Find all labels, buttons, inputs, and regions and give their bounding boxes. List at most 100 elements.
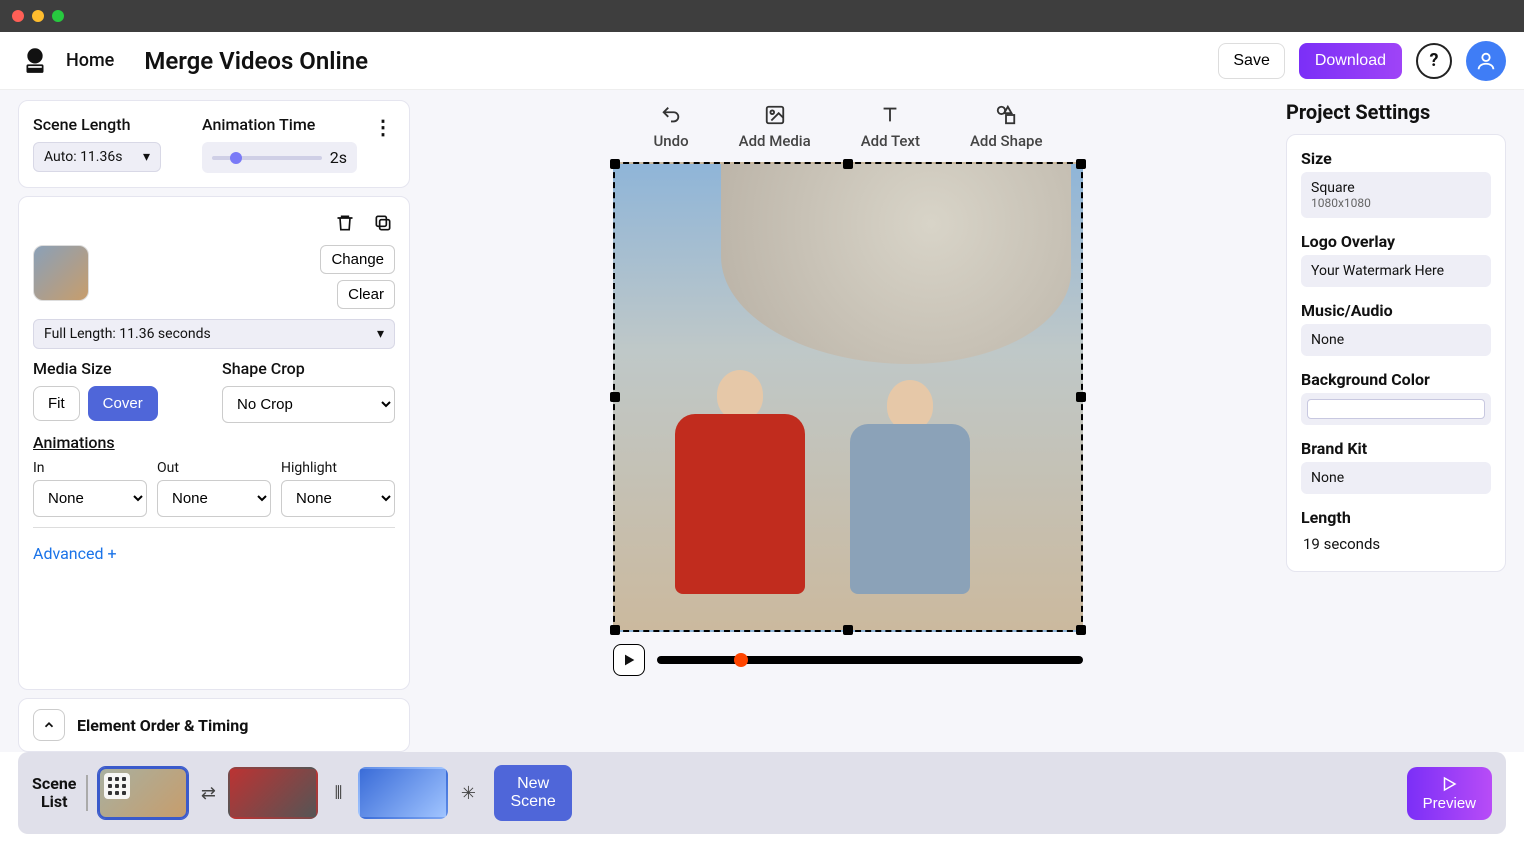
size-dims: 1080x1080: [1311, 196, 1481, 210]
resize-handle[interactable]: [610, 159, 620, 169]
playhead[interactable]: [734, 653, 748, 667]
resize-handle[interactable]: [610, 392, 620, 402]
scene-length-value: Auto: 11.36s: [44, 149, 122, 165]
scene-thumb-2[interactable]: [228, 767, 318, 819]
logo-overlay-setting[interactable]: Your Watermark Here: [1301, 255, 1491, 287]
fit-button[interactable]: Fit: [33, 386, 80, 421]
user-avatar[interactable]: [1466, 41, 1506, 81]
anim-in-select[interactable]: None: [33, 480, 147, 517]
advanced-link[interactable]: Advanced +: [33, 544, 395, 563]
duplicate-icon[interactable]: [371, 211, 395, 235]
media-thumbnail[interactable]: [33, 245, 89, 301]
add-text-button[interactable]: Add Text: [861, 104, 920, 150]
add-media-button[interactable]: Add Media: [739, 104, 811, 150]
undo-label: Undo: [653, 132, 688, 150]
size-preset: Square: [1311, 180, 1481, 196]
transition-icon[interactable]: ⇄: [198, 783, 218, 804]
resize-handle[interactable]: [1076, 392, 1086, 402]
element-order-label: Element Order & Timing: [77, 716, 248, 735]
drag-handle-icon[interactable]: [104, 773, 130, 799]
transition-icon[interactable]: ✳: [458, 783, 478, 804]
resize-handle[interactable]: [1076, 159, 1086, 169]
length-label: Length: [1301, 508, 1491, 527]
preview-button[interactable]: Preview: [1407, 767, 1492, 820]
brand-kit-label: Brand Kit: [1301, 439, 1491, 458]
clear-media-button[interactable]: Clear: [337, 280, 395, 309]
background-color-setting[interactable]: [1301, 393, 1491, 425]
chevron-down-icon: ▾: [377, 326, 384, 342]
right-panel: Project Settings Size Square 1080x1080 L…: [1286, 100, 1506, 752]
canvas-area: Undo Add Media Add Text Add Shape: [424, 100, 1272, 752]
home-link[interactable]: Home: [66, 50, 114, 71]
play-button[interactable]: [613, 644, 645, 676]
page-title: Merge Videos Online: [144, 47, 368, 75]
anim-out-label: Out: [157, 460, 271, 476]
shape-crop-label: Shape Crop: [222, 359, 395, 378]
resize-handle[interactable]: [1076, 625, 1086, 635]
save-button[interactable]: Save: [1218, 43, 1284, 79]
play-track[interactable]: [657, 656, 1083, 664]
help-button[interactable]: ?: [1416, 43, 1452, 79]
scene-list-label: Scene List: [32, 775, 88, 810]
shape-crop-select[interactable]: No Crop: [222, 386, 395, 423]
project-settings-title: Project Settings: [1286, 100, 1506, 124]
music-audio-setting[interactable]: None: [1301, 324, 1491, 356]
element-order-bar[interactable]: Element Order & Timing: [18, 698, 410, 752]
canvas-illustration: [825, 380, 995, 630]
scene-menu-button[interactable]: ⋮: [371, 115, 395, 139]
brand-kit-setting[interactable]: None: [1301, 462, 1491, 494]
scene-thumb-3[interactable]: [358, 767, 448, 819]
length-value: 19 seconds: [1301, 531, 1491, 557]
animation-time-label: Animation Time: [202, 115, 357, 134]
anim-highlight-label: Highlight: [281, 460, 395, 476]
music-audio-label: Music/Audio: [1301, 301, 1491, 320]
chevron-down-icon: ▾: [143, 149, 150, 165]
cover-button[interactable]: Cover: [88, 386, 158, 421]
anim-in-label: In: [33, 460, 147, 476]
chevron-up-icon[interactable]: [33, 709, 65, 741]
scene-list-bar: Scene List ⇄ ⦀ ✳ New Scene Preview: [18, 752, 1506, 834]
transition-icon[interactable]: ⦀: [328, 783, 348, 804]
change-media-button[interactable]: Change: [320, 245, 395, 274]
media-size-toggle: Fit Cover: [33, 386, 206, 421]
add-text-label: Add Text: [861, 132, 920, 150]
download-button[interactable]: Download: [1299, 43, 1402, 79]
clip-length-dropdown[interactable]: Full Length: 11.36 seconds ▾: [33, 319, 395, 349]
scene-length-card: Scene Length Auto: 11.36s ▾ Animation Ti…: [18, 100, 410, 188]
window-maximize-dot[interactable]: [52, 10, 64, 22]
add-shape-button[interactable]: Add Shape: [970, 104, 1043, 150]
preview-label: Preview: [1423, 795, 1476, 812]
delete-icon[interactable]: [333, 211, 357, 235]
settings-card: Size Square 1080x1080 Logo Overlay Your …: [1286, 134, 1506, 572]
background-color-label: Background Color: [1301, 370, 1491, 389]
window-titlebar: [0, 0, 1524, 32]
new-scene-button[interactable]: New Scene: [494, 765, 571, 821]
media-size-label: Media Size: [33, 359, 206, 378]
clip-length-value: Full Length: 11.36 seconds: [44, 326, 211, 342]
resize-handle[interactable]: [843, 625, 853, 635]
media-card: Change Clear Full Length: 11.36 seconds …: [18, 196, 410, 690]
add-shape-label: Add Shape: [970, 132, 1043, 150]
anim-highlight-select[interactable]: None: [281, 480, 395, 517]
animations-label: Animations: [33, 433, 395, 452]
scene-length-label: Scene Length: [33, 115, 188, 134]
resize-handle[interactable]: [610, 625, 620, 635]
add-media-label: Add Media: [739, 132, 811, 150]
size-label: Size: [1301, 149, 1491, 168]
window-minimize-dot[interactable]: [32, 10, 44, 22]
animation-time-slider[interactable]: 2s: [202, 142, 357, 173]
resize-handle[interactable]: [843, 159, 853, 169]
animation-time-value: 2s: [330, 148, 347, 167]
canvas-frame[interactable]: [613, 162, 1083, 632]
anim-out-select[interactable]: None: [157, 480, 271, 517]
playbar: [613, 644, 1083, 676]
undo-button[interactable]: Undo: [653, 104, 688, 150]
left-panel: Scene Length Auto: 11.36s ▾ Animation Ti…: [18, 100, 410, 752]
scene-length-dropdown[interactable]: Auto: 11.36s ▾: [33, 142, 161, 172]
play-icon: [1440, 775, 1458, 793]
app-logo: [18, 44, 52, 78]
canvas-illustration: [721, 164, 1071, 364]
logo-overlay-label: Logo Overlay: [1301, 232, 1491, 251]
size-setting[interactable]: Square 1080x1080: [1301, 172, 1491, 218]
window-close-dot[interactable]: [12, 10, 24, 22]
